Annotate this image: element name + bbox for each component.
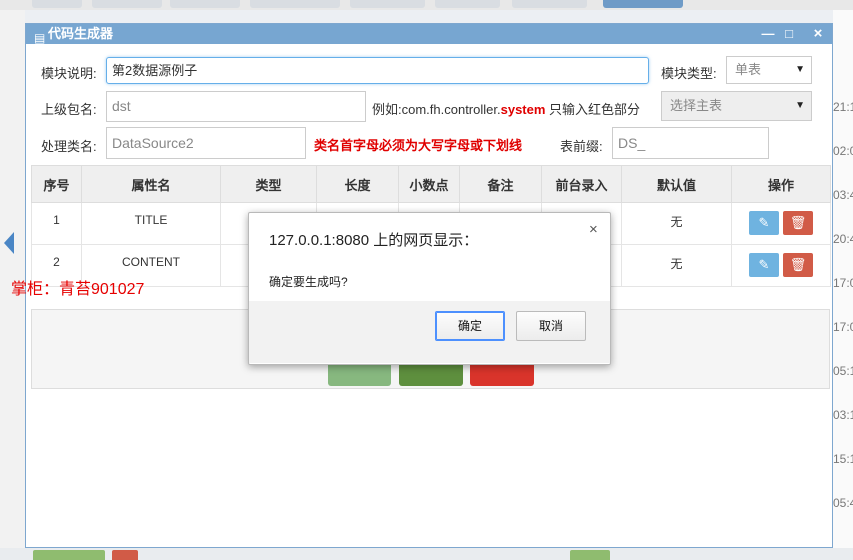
module-type-label: 模块类型: — [661, 66, 717, 81]
background-tab[interactable] — [32, 0, 82, 8]
package-hint-suffix: 只输入红色部分 — [549, 102, 641, 117]
dialog-title: 127.0.0.1:8080 上的网页显示： — [269, 232, 479, 249]
generate-button[interactable] — [399, 364, 463, 386]
add-field-button[interactable] — [328, 364, 391, 386]
dialog-message: 确定要生成吗? — [269, 275, 348, 289]
table-prefix-label: 表前缀: — [560, 139, 603, 154]
background-time: 05:4 — [833, 496, 853, 510]
field-default: 无 — [621, 202, 732, 245]
package-hint-red: system — [500, 102, 546, 117]
module-type-select[interactable]: 单表 ▼ — [726, 56, 812, 84]
background-time: 15:1 — [833, 452, 853, 466]
background-time: 03:4 — [833, 188, 853, 202]
column-header: 类型 — [220, 165, 317, 203]
maximize-icon[interactable]: □ — [782, 24, 796, 44]
package-hint: 例如:com.fh.controller.system 只输入红色部分 — [372, 99, 640, 118]
cancel-button[interactable]: 取消 — [516, 311, 586, 341]
minimize-icon[interactable]: — — [761, 24, 775, 44]
package-label: 上级包名: — [41, 102, 97, 117]
trash-icon[interactable]: 🗑 — [783, 253, 813, 277]
column-header: 序号 — [31, 165, 82, 203]
confirm-dialog: 127.0.0.1:8080 上的网页显示： × 确定要生成吗? 确定 取消 — [248, 212, 611, 365]
close-icon[interactable]: × — [589, 221, 598, 238]
background-tab[interactable] — [350, 0, 425, 8]
background-delete-button[interactable] — [112, 550, 138, 560]
class-name-rule: 类名首字母必须为大写字母或下划线 — [314, 138, 523, 153]
background-time: 20:4 — [833, 232, 853, 246]
module-desc-input[interactable]: 第2数据源例子 — [106, 57, 649, 84]
edit-icon[interactable]: ✎ — [749, 253, 779, 277]
package-hint-prefix: 例如:com.fh.controller. — [372, 102, 501, 117]
class-name-input[interactable]: DataSource2 — [106, 127, 306, 159]
background-tab-active[interactable] — [603, 0, 683, 8]
background-time: 05:1 — [833, 364, 853, 378]
background-tab-strip — [0, 0, 853, 10]
background-tab[interactable] — [250, 0, 340, 8]
chevron-down-icon: ▼ — [795, 64, 805, 75]
master-table-value: 选择主表 — [670, 98, 723, 113]
window-icon: ▤ — [34, 31, 46, 45]
column-header: 备注 — [459, 165, 542, 203]
window-title: 代码生成器 — [48, 26, 114, 41]
field-default: 无 — [621, 244, 732, 287]
background-tab[interactable] — [512, 0, 587, 8]
background-time: 21:1 — [833, 100, 853, 114]
background-generate-button[interactable] — [33, 550, 105, 560]
field-name: TITLE — [81, 202, 221, 245]
table-prefix-input[interactable]: DS_ — [612, 127, 769, 159]
column-header: 属性名 — [81, 165, 221, 203]
trash-icon[interactable]: 🗑 — [783, 211, 813, 235]
row-actions: ✎ 🗑 — [731, 244, 831, 287]
column-header: 长度 — [316, 165, 399, 203]
background-pager-button[interactable] — [570, 550, 610, 560]
watermark-text: 掌柜：青苔901027 — [11, 281, 145, 298]
background-tab[interactable] — [170, 0, 240, 8]
row-actions: ✎ 🗑 — [731, 202, 831, 245]
confirm-button[interactable]: 确定 — [435, 311, 505, 341]
background-tab[interactable] — [435, 0, 500, 8]
column-header: 默认值 — [621, 165, 732, 203]
column-header: 前台录入 — [541, 165, 622, 203]
collapse-arrow-icon[interactable] — [4, 232, 14, 254]
module-desc-label: 模块说明: — [41, 66, 97, 81]
class-name-label: 处理类名: — [41, 139, 97, 154]
edit-icon[interactable]: ✎ — [749, 211, 779, 235]
column-header: 小数点 — [398, 165, 460, 203]
background-time: 17:0 — [833, 320, 853, 334]
background-time: 17:0 — [833, 276, 853, 290]
column-header: 操作 — [731, 165, 831, 203]
master-table-select[interactable]: 选择主表 ▼ — [661, 91, 812, 121]
background-right-column: 21:1 02:0 03:4 20:4 17:0 17:0 05:1 03:1 … — [833, 10, 853, 560]
cancel-form-button[interactable] — [470, 364, 534, 386]
row-number: 1 — [31, 202, 82, 245]
module-type-value: 单表 — [735, 62, 762, 77]
close-icon[interactable]: × — [811, 24, 825, 44]
background-tab[interactable] — [92, 0, 162, 8]
background-time: 03:1 — [833, 408, 853, 422]
package-input[interactable]: dst — [106, 91, 366, 122]
table-header-row: 序号 属性名 类型 长度 小数点 备注 前台录入 默认值 操作 — [31, 165, 831, 203]
window-title-bar[interactable]: ▤ 代码生成器 — □ × — [26, 24, 832, 45]
chevron-down-icon: ▼ — [795, 100, 805, 111]
background-time: 02:0 — [833, 144, 853, 158]
